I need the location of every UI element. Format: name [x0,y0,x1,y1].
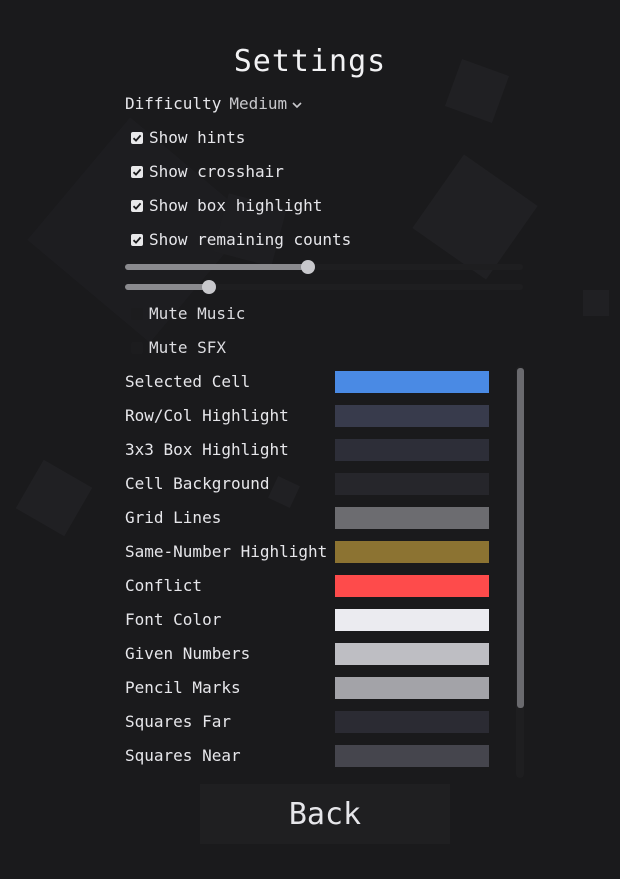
color-label: Squares Near [125,746,241,765]
check-icon [132,168,142,176]
mute-music-label: Mute Music [149,304,246,323]
grid-lines-swatch[interactable] [335,507,489,529]
music-volume-slider[interactable] [125,260,523,274]
difficulty-value: Medium [229,94,288,113]
color-label: Font Color [125,610,222,629]
color-label: Row/Col Highlight [125,406,289,425]
check-icon [132,202,142,210]
back-button[interactable]: Back [200,784,450,844]
color-label: Conflict [125,576,203,595]
color-label: Same-Number Highlight [125,542,328,561]
color-label: Selected Cell [125,372,251,391]
show-crosshair-checkbox[interactable] [131,166,143,178]
difficulty-dropdown[interactable]: Medium [229,94,303,113]
check-icon [132,236,142,244]
check-icon [132,134,142,142]
font-color-swatch[interactable] [335,609,489,631]
slider-track [308,264,523,270]
same-number-highlight-swatch[interactable] [335,541,489,563]
pencil-marks-swatch[interactable] [335,677,489,699]
slider-thumb[interactable] [301,260,315,274]
color-label: Squares Far [125,712,231,731]
squares-far-swatch[interactable] [335,711,489,733]
selected-cell-swatch[interactable] [335,371,489,393]
color-label: 3x3 Box Highlight [125,440,289,459]
color-label: Pencil Marks [125,678,241,697]
mute-sfx-checkbox[interactable] [131,342,143,354]
cell-background-swatch[interactable] [335,473,489,495]
page-title: Settings [233,44,387,79]
slider-track [209,284,523,290]
chevron-down-icon [292,101,302,108]
slider-fill [125,284,209,290]
show-box-highlight-label: Show box highlight [149,196,323,215]
box-highlight-swatch[interactable] [335,439,489,461]
given-numbers-swatch[interactable] [335,643,489,665]
show-remaining-counts-label: Show remaining counts [149,230,352,249]
mute-music-checkbox[interactable] [131,308,143,320]
squares-near-swatch[interactable] [335,745,489,767]
conflict-swatch[interactable] [335,575,489,597]
row-col-highlight-swatch[interactable] [335,405,489,427]
background-square [268,476,300,508]
scrollbar-thumb[interactable] [517,368,524,708]
difficulty-label: Difficulty [125,94,222,113]
slider-fill [125,264,308,270]
slider-thumb[interactable] [202,280,216,294]
show-box-highlight-checkbox[interactable] [131,200,143,212]
color-label: Given Numbers [125,644,251,663]
background-square [15,459,93,537]
show-hints-label: Show hints [149,128,246,147]
mute-sfx-label: Mute SFX [149,338,227,357]
difficulty-row: Difficulty Medium [125,94,303,114]
background-square [583,290,609,316]
color-label: Cell Background [125,474,270,493]
show-hints-checkbox[interactable] [131,132,143,144]
show-remaining-counts-checkbox[interactable] [131,234,143,246]
color-label: Grid Lines [125,508,222,527]
show-crosshair-label: Show crosshair [149,162,284,181]
sfx-volume-slider[interactable] [125,280,523,294]
